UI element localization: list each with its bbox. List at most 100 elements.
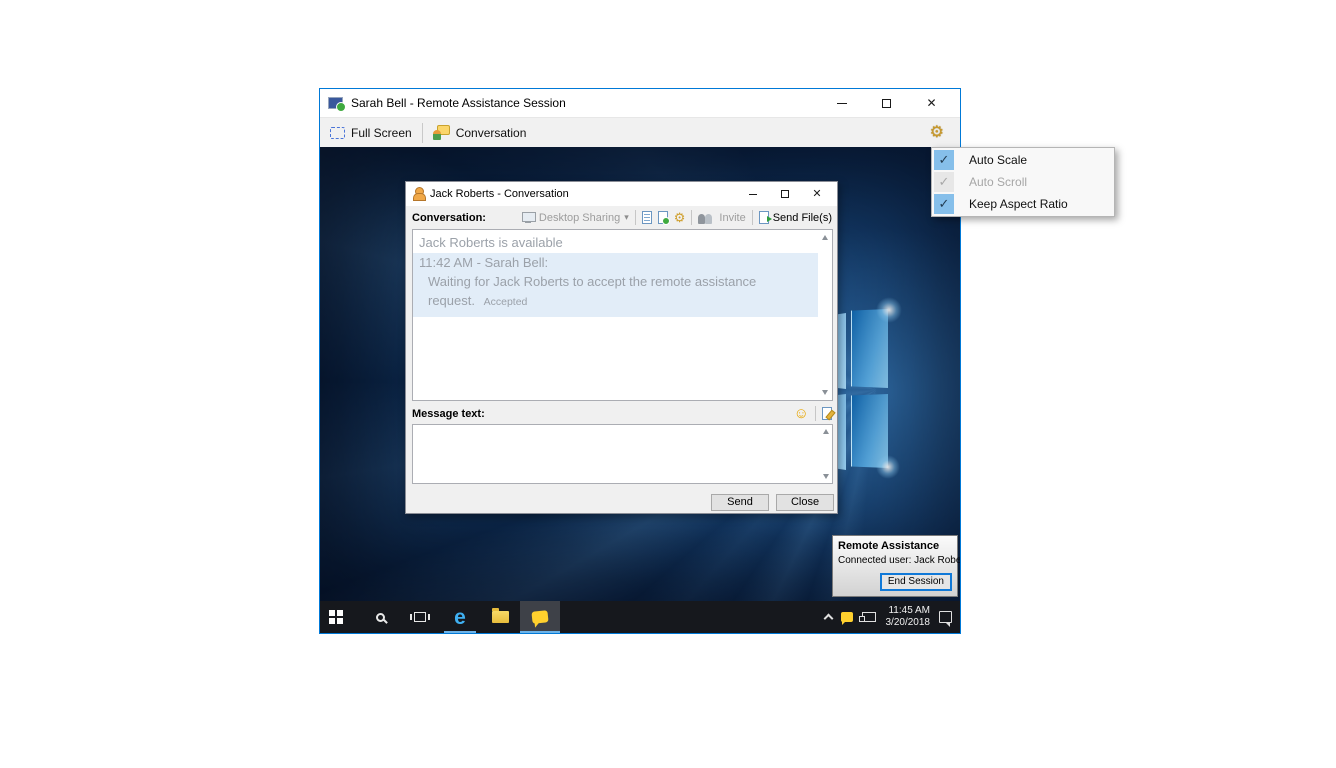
- scroll-down-icon[interactable]: [822, 390, 828, 395]
- share-document-button[interactable]: [658, 211, 668, 224]
- maximize-button[interactable]: [864, 89, 909, 117]
- menu-item-keep-aspect-ratio[interactable]: ✓ Keep Aspect Ratio: [933, 193, 1113, 215]
- main-window-title: Sarah Bell - Remote Assistance Session: [351, 96, 819, 110]
- taskbar-clock[interactable]: 11:45 AM 3/20/2018: [886, 605, 931, 629]
- minimize-icon: [749, 194, 757, 195]
- connected-user-line: Connected user: Jack Roberts: [833, 552, 957, 566]
- toolbar-separator: [815, 406, 816, 421]
- folder-icon: [492, 611, 509, 623]
- menu-item-auto-scale[interactable]: ✓ Auto Scale: [933, 149, 1113, 171]
- share-document-icon: [658, 211, 668, 224]
- conv-minimize-button[interactable]: [737, 182, 769, 206]
- conversation-toolbar: Conversation: Desktop Sharing ▾: [406, 206, 837, 229]
- edit-document-button[interactable]: [822, 407, 832, 420]
- active-app-indicator: [520, 631, 560, 633]
- invite-people-icon: [698, 212, 715, 224]
- close-button[interactable]: ✕: [909, 89, 954, 117]
- send-button[interactable]: Send: [711, 494, 769, 511]
- message-input-tools: ☺: [794, 406, 832, 421]
- action-center-button[interactable]: [939, 611, 952, 623]
- message-text: Waiting for Jack Roberts to accept the r…: [428, 274, 756, 308]
- conversation-titlebar[interactable]: Jack Roberts - Conversation ✕: [406, 182, 837, 206]
- checkmark-icon: ✓: [934, 194, 954, 214]
- message-body: Waiting for Jack Roberts to accept the r…: [419, 272, 799, 312]
- toolbar-separator: [752, 210, 753, 225]
- full-screen-label: Full Screen: [351, 126, 412, 140]
- search-icon: [376, 613, 385, 622]
- task-view-icon: [414, 612, 426, 622]
- send-files-label: Send File(s): [773, 212, 832, 224]
- connected-user-label: Connected user:: [838, 555, 911, 566]
- conversation-button[interactable]: Conversation: [433, 125, 527, 140]
- network-button[interactable]: [862, 612, 876, 622]
- presence-message: Jack Roberts is available: [413, 230, 818, 252]
- chat-bubble-icon: [841, 612, 853, 622]
- network-icon: [862, 612, 876, 622]
- settings-button[interactable]: ⚙: [930, 125, 944, 141]
- file-explorer-button[interactable]: [480, 601, 520, 633]
- send-files-icon: [759, 211, 769, 224]
- status-panel-title: Remote Assistance: [833, 536, 957, 552]
- tray-expand-button[interactable]: [825, 612, 832, 622]
- conversation-window: Jack Roberts - Conversation ✕ Conversati…: [405, 181, 838, 514]
- close-icon: ✕: [812, 189, 821, 200]
- chat-app-button[interactable]: [520, 601, 560, 633]
- menu-item-label: Keep Aspect Ratio: [969, 197, 1068, 211]
- gear-icon: ⚙: [674, 211, 686, 224]
- task-view-button[interactable]: [400, 601, 440, 633]
- menu-item-label: Auto Scroll: [969, 175, 1027, 189]
- internet-explorer-button[interactable]: e: [440, 601, 480, 633]
- search-button[interactable]: [360, 601, 400, 633]
- invite-label: Invite: [719, 212, 745, 224]
- tray-chat-button[interactable]: [841, 612, 853, 622]
- main-caption-buttons: ✕: [819, 89, 954, 117]
- close-conversation-button[interactable]: Close: [776, 494, 834, 511]
- desktop-sharing-button: Desktop Sharing ▾: [522, 212, 629, 224]
- conversation-icon: [433, 125, 450, 140]
- menu-item-label: Auto Scale: [969, 153, 1027, 167]
- chevron-down-icon: ▾: [624, 212, 629, 223]
- taskbar: e 11:45 AM 3/20/2018: [320, 601, 960, 633]
- chat-history-panel[interactable]: Jack Roberts is available 11:42 AM - Sar…: [412, 229, 833, 401]
- message-text-row: Message text: ☺: [412, 406, 832, 421]
- invite-button: Invite: [698, 212, 745, 224]
- person-icon: [413, 187, 424, 201]
- screenshot-canvas: Sarah Bell - Remote Assistance Session ✕…: [0, 0, 1336, 768]
- send-files-button[interactable]: Send File(s): [759, 211, 832, 224]
- conversation-label: Conversation: [456, 126, 527, 140]
- close-icon: ✕: [926, 97, 936, 109]
- toolbar-separator: [635, 210, 636, 225]
- conv-close-button[interactable]: ✕: [801, 182, 833, 206]
- running-app-indicator: [444, 631, 476, 633]
- message-text-label: Message text:: [412, 408, 485, 420]
- conversation-window-title: Jack Roberts - Conversation: [430, 188, 737, 200]
- full-screen-icon: [330, 127, 345, 139]
- menu-item-auto-scroll: ✓ Auto Scroll: [933, 171, 1113, 193]
- remote-assistance-window: Sarah Bell - Remote Assistance Session ✕…: [319, 88, 961, 634]
- scroll-up-icon[interactable]: [822, 235, 828, 240]
- chat-messages: Jack Roberts is available 11:42 AM - Sar…: [413, 230, 818, 400]
- session-log-button[interactable]: [642, 211, 652, 224]
- maximize-icon: [882, 99, 891, 108]
- chevron-up-icon: [823, 614, 833, 624]
- remote-assistance-status-panel: Remote Assistance Connected user: Jack R…: [832, 535, 958, 597]
- main-toolbar: Full Screen Conversation ⚙: [320, 117, 960, 147]
- clock-date: 3/20/2018: [886, 617, 931, 629]
- desktop-sharing-label: Desktop Sharing: [539, 212, 620, 224]
- conversation-settings-button[interactable]: ⚙: [674, 211, 686, 224]
- message-input[interactable]: [412, 424, 833, 484]
- end-session-button[interactable]: End Session: [880, 573, 952, 591]
- checkmark-icon: ✓: [934, 172, 954, 192]
- conv-maximize-button[interactable]: [769, 182, 801, 206]
- emoticon-button[interactable]: ☺: [794, 406, 809, 421]
- start-button[interactable]: [320, 601, 360, 633]
- minimize-button[interactable]: [819, 89, 864, 117]
- toolbar-separator: [422, 123, 423, 143]
- full-screen-button[interactable]: Full Screen: [330, 126, 412, 140]
- desktop-sharing-icon: [522, 212, 535, 223]
- remote-desktop-view: Jack Roberts - Conversation ✕ Conversati…: [320, 147, 960, 601]
- message-timestamp: 11:42 AM - Sarah Bell:: [419, 253, 812, 272]
- main-titlebar[interactable]: Sarah Bell - Remote Assistance Session ✕: [320, 89, 960, 117]
- chat-bubble-icon: [531, 610, 548, 624]
- settings-dropdown-menu: ✓ Auto Scale ✓ Auto Scroll ✓ Keep Aspect…: [931, 147, 1115, 217]
